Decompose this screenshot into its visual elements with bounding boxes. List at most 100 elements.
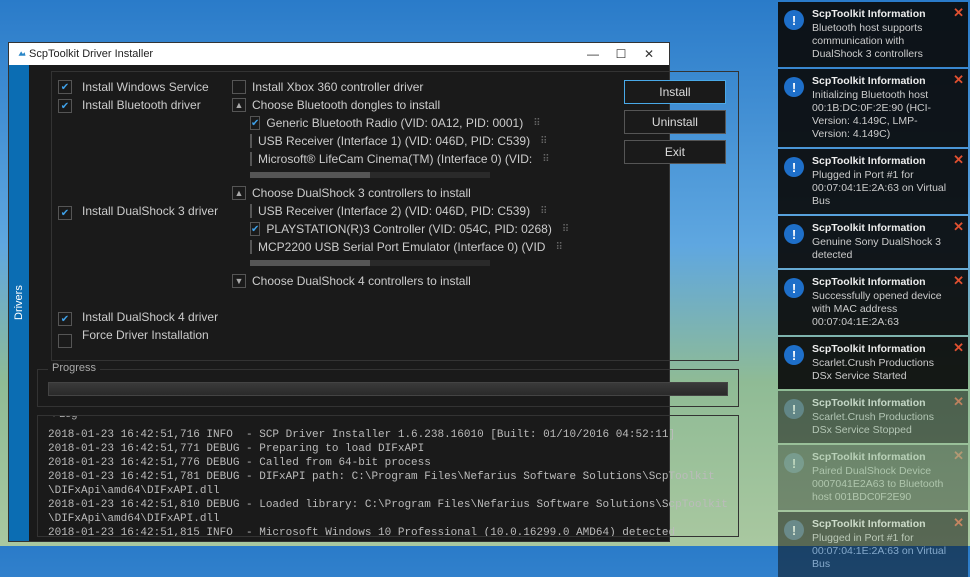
info-icon: ! — [784, 10, 804, 30]
notification-body: Scarlet.Crush Productions DSx Service St… — [812, 411, 948, 437]
checkbox-install-ds4[interactable] — [58, 312, 72, 326]
notification-title: ScpToolkit Information — [812, 518, 948, 531]
label-install-ds3: Install DualShock 3 driver — [82, 204, 218, 218]
notification: ! ✕ ScpToolkit InformationSuccessfully ope… — [778, 270, 968, 335]
notification-title: ScpToolkit Information — [812, 276, 948, 289]
notification-title: ScpToolkit Information — [812, 155, 948, 168]
label-force-driver: Force Driver Installation — [82, 328, 209, 342]
info-icon: ! — [784, 77, 804, 97]
notification: ! ✕ ScpToolkit InformationPlugged in Port … — [778, 512, 968, 577]
info-icon: ! — [784, 453, 804, 473]
checkbox-force-driver[interactable] — [58, 334, 72, 348]
checkbox-bt-lifecam[interactable] — [250, 152, 252, 166]
label-choose-ds4: Choose DualShock 4 controllers to instal… — [252, 274, 471, 288]
label-ds3-mcp: MCP2200 USB Serial Port Emulator (Interf… — [258, 240, 545, 254]
drivers-panel: Install Windows Service Install Bluetoot… — [51, 71, 739, 361]
notification-close-button[interactable]: ✕ — [953, 395, 964, 408]
notification-title: ScpToolkit Information — [812, 397, 948, 410]
checkbox-ds3-ps3[interactable] — [250, 222, 260, 236]
maximize-button[interactable]: ☐ — [607, 47, 635, 61]
label-install-xbox360: Install Xbox 360 controller driver — [252, 80, 423, 94]
checkbox-bt-generic[interactable] — [250, 116, 260, 130]
checkbox-install-ds3[interactable] — [58, 206, 72, 220]
notification: ! ✕ ScpToolkit InformationPlugged in Port … — [778, 149, 968, 214]
notification-title: ScpToolkit Information — [812, 451, 948, 464]
label-bt-usb-if1: USB Receiver (Interface 1) (VID: 046D, P… — [258, 134, 530, 148]
log-panel: ▾Log 2018-01-23 16:42:51,716 INFO - SCP … — [37, 415, 739, 537]
exit-button[interactable]: Exit — [624, 140, 726, 164]
label-install-windows-service: Install Windows Service — [82, 80, 209, 94]
notification-close-button[interactable]: ✕ — [953, 220, 964, 233]
checkbox-install-windows-service[interactable] — [58, 80, 72, 94]
label-choose-bt: Choose Bluetooth dongles to install — [252, 98, 440, 112]
notification-close-button[interactable]: ✕ — [953, 73, 964, 86]
notification-title: ScpToolkit Information — [812, 8, 948, 21]
sidebar-tab-drivers[interactable]: Drivers — [9, 65, 29, 541]
notification: !✕ScpToolkit InformationGenuine Sony Dua… — [778, 216, 968, 268]
drag-handle-icon[interactable]: ⠿ — [555, 242, 561, 253]
drag-handle-icon[interactable]: ⠿ — [562, 224, 568, 235]
uninstall-button[interactable]: Uninstall — [624, 110, 726, 134]
titlebar: ScpToolkit Driver Installer — ☐ ✕ — [9, 43, 669, 65]
expand-bt-icon[interactable]: ▲ — [232, 98, 246, 112]
notification-title: ScpToolkit Information — [812, 343, 948, 356]
info-icon: ! — [784, 399, 804, 419]
notification-close-button[interactable]: ✕ — [953, 449, 964, 462]
log-text: 2018-01-23 16:42:51,716 INFO - SCP Drive… — [48, 428, 728, 537]
progress-panel: Progress — [37, 369, 739, 407]
notification: !✕ScpToolkit InformationInitializing Blu… — [778, 69, 968, 147]
notification: !✕ScpToolkit InformationScarlet.Crush Pr… — [778, 337, 968, 389]
main-window: ScpToolkit Driver Installer — ☐ ✕ Driver… — [8, 42, 670, 542]
notification-close-button[interactable]: ✕ — [953, 153, 964, 166]
checkbox-ds3-usb-if2[interactable] — [250, 204, 252, 218]
notification-body: Plugged in Port #1 for 00:07:04:1E:2A:63… — [812, 532, 948, 571]
notification-close-button[interactable]: ✕ — [953, 341, 964, 354]
notification-body: Successfully opened device with MAC addr… — [812, 290, 948, 329]
checkbox-install-bluetooth[interactable] — [58, 99, 72, 113]
notification-title: ScpToolkit Information — [812, 75, 948, 88]
info-icon: ! — [784, 224, 804, 244]
info-icon: ! — [784, 157, 804, 177]
expand-ds3-icon[interactable]: ▲ — [232, 186, 246, 200]
chevron-down-icon: ▾ — [52, 415, 56, 419]
ds3-device-list: USB Receiver (Interface 2) (VID: 046D, P… — [250, 204, 522, 254]
drag-handle-icon[interactable]: ⠿ — [533, 118, 539, 129]
log-label[interactable]: ▾Log — [48, 415, 81, 420]
notification-body: Plugged in Port #1 for 00:07:04:1E:2A:63… — [812, 169, 948, 208]
label-ds3-usb-if2: USB Receiver (Interface 2) (VID: 046D, P… — [258, 204, 530, 218]
drag-handle-icon[interactable]: ⠿ — [540, 206, 546, 217]
notification: ! ✕ ScpToolkit InformationBluetooth host s… — [778, 2, 968, 67]
label-install-ds4: Install DualShock 4 driver — [82, 310, 218, 324]
label-bt-lifecam: Microsoft® LifeCam Cinema(TM) (Interface… — [258, 152, 532, 166]
notification: ! ✕ ScpToolkit InformationScarlet.Crush Pr… — [778, 391, 968, 443]
notification-title: ScpToolkit Information — [812, 222, 948, 235]
info-icon: ! — [784, 278, 804, 298]
label-choose-ds3: Choose DualShock 3 controllers to instal… — [252, 186, 471, 200]
window-title: ScpToolkit Driver Installer — [29, 48, 153, 60]
notification-close-button[interactable]: ✕ — [953, 274, 964, 287]
drag-handle-icon[interactable]: ⠿ — [542, 154, 548, 165]
label-bt-generic: Generic Bluetooth Radio (VID: 0A12, PID:… — [266, 116, 523, 130]
notification-body: Bluetooth host supports communication wi… — [812, 22, 948, 61]
progress-bar — [48, 382, 728, 396]
label-install-bluetooth: Install Bluetooth driver — [82, 98, 201, 112]
info-icon: ! — [784, 520, 804, 540]
expand-ds4-icon[interactable]: ▼ — [232, 274, 246, 288]
notification-body: Paired DualShock Device 0007041E2A63 to … — [812, 465, 948, 504]
close-button[interactable]: ✕ — [635, 47, 663, 61]
progress-label: Progress — [48, 362, 100, 374]
notification-close-button[interactable]: ✕ — [953, 516, 964, 529]
drag-handle-icon[interactable]: ⠿ — [540, 136, 546, 147]
bt-device-list: Generic Bluetooth Radio (VID: 0A12, PID:… — [250, 116, 522, 166]
bt-scrollbar[interactable] — [250, 172, 490, 178]
ds3-scrollbar[interactable] — [250, 260, 490, 266]
install-button[interactable]: Install — [624, 80, 726, 104]
notification-body: Scarlet.Crush Productions DSx Service St… — [812, 357, 948, 383]
minimize-button[interactable]: — — [579, 47, 607, 61]
checkbox-bt-usb-if1[interactable] — [250, 134, 252, 148]
notification: ! ✕ ScpToolkit InformationPaired DualShock… — [778, 445, 968, 510]
app-icon — [15, 47, 29, 61]
checkbox-ds3-mcp[interactable] — [250, 240, 252, 254]
checkbox-install-xbox360[interactable] — [232, 80, 246, 94]
notification-close-button[interactable]: ✕ — [953, 6, 964, 19]
